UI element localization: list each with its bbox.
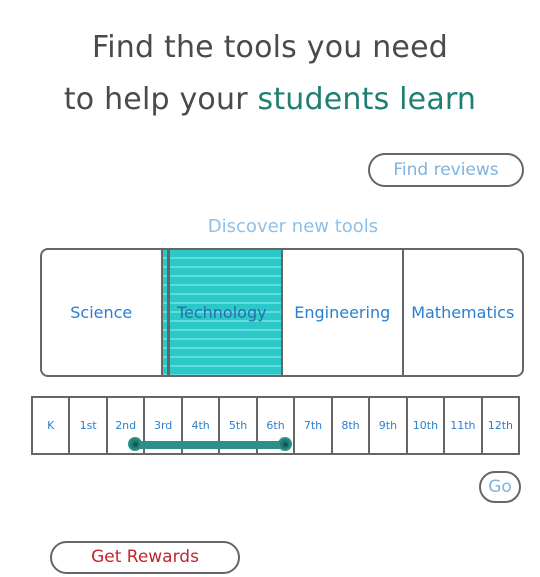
headline-line-2: to help your students learn	[0, 82, 540, 117]
subject-technology[interactable]: Technology	[160, 248, 283, 377]
go-button[interactable]: Go	[479, 471, 521, 503]
subject-label: Technology	[176, 303, 267, 322]
grade-k[interactable]: K	[31, 396, 71, 455]
grade-9th[interactable]: 9th	[368, 396, 408, 455]
grade-7th[interactable]: 7th	[293, 396, 333, 455]
grade-12th[interactable]: 12th	[480, 396, 521, 455]
find-reviews-button[interactable]: Find reviews	[368, 153, 524, 187]
grade-range-max-handle[interactable]	[278, 437, 292, 451]
subject-engineering[interactable]: Engineering	[281, 248, 404, 377]
subject-label: Mathematics	[411, 303, 515, 322]
discover-heading: Discover new tools	[207, 216, 379, 237]
subject-label: Science	[70, 303, 133, 322]
handle-dot	[283, 442, 288, 447]
subject-mathematics[interactable]: Mathematics	[401, 248, 524, 377]
headline-line-1: Find the tools you need	[92, 30, 448, 65]
headline-prefix: to help your	[63, 82, 258, 117]
grade-10th[interactable]: 10th	[405, 396, 446, 455]
grade-range-track[interactable]	[134, 441, 286, 449]
grade-11th[interactable]: 11th	[443, 396, 483, 455]
subject-tabs: Science Technology Engineering Mathemati…	[40, 248, 524, 377]
handle-dot	[133, 442, 138, 447]
grade-range-min-handle[interactable]	[128, 437, 142, 451]
grade-8th[interactable]: 8th	[330, 396, 371, 455]
subject-label: Engineering	[294, 303, 391, 322]
subject-science[interactable]: Science	[40, 248, 163, 377]
headline-accent: students learn	[257, 82, 477, 117]
get-rewards-button[interactable]: Get Rewards	[50, 541, 240, 574]
grade-1st[interactable]: 1st	[68, 396, 108, 455]
